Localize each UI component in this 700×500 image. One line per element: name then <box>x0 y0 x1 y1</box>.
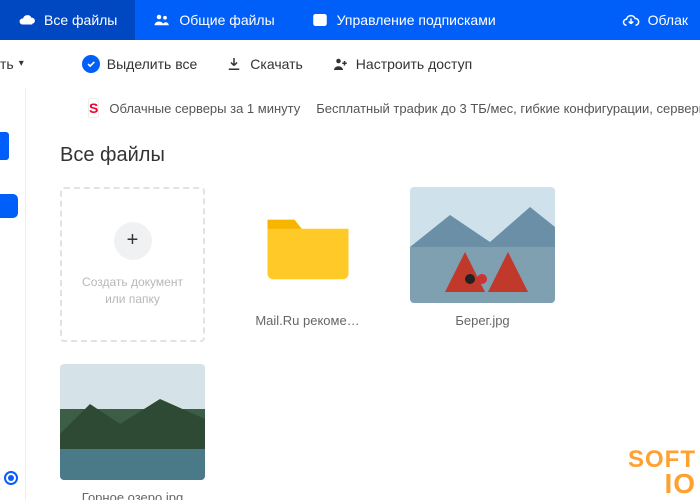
nav-tab-shared-files[interactable]: Общие файлы <box>135 0 292 40</box>
promo-text-2: Бесплатный трафик до 3 ТБ/мес, гибкие ко… <box>316 101 700 116</box>
nav-tab-subscriptions[interactable]: Управление подписками <box>293 0 514 40</box>
download-icon <box>225 55 243 73</box>
folder-icon <box>262 209 354 281</box>
user-share-icon <box>331 55 349 73</box>
nav-tab-label: Общие файлы <box>179 12 274 28</box>
file-grid: + Создать документили папку Mail.Ru реко… <box>60 187 700 500</box>
plus-icon: + <box>114 222 152 260</box>
create-tile[interactable]: + Создать документили папку <box>60 187 205 342</box>
nav-cloud-label: Облак <box>648 12 688 28</box>
cloud-download-icon <box>622 11 640 29</box>
view-toggle-radio[interactable] <box>4 471 18 488</box>
nav-tab-all-files[interactable]: Все файлы <box>0 0 135 40</box>
file-name: Горное озеро.jpg <box>60 490 205 500</box>
left-gutter <box>0 88 26 500</box>
content: S Облачные серверы за 1 минуту Бесплатны… <box>26 88 700 500</box>
gutter-active-indicator <box>0 194 18 218</box>
section-title: Все файлы <box>60 144 700 167</box>
download-label: Скачать <box>250 56 303 72</box>
file-name: Mail.Ru рекоме… <box>235 313 380 328</box>
subscription-icon <box>311 11 329 29</box>
share-label: Настроить доступ <box>356 56 472 72</box>
select-all-label: Выделить все <box>107 56 198 72</box>
nav-tab-label: Все файлы <box>44 12 117 28</box>
chevron-down-icon: ▾ <box>19 58 24 69</box>
promo-badge: S <box>88 98 99 118</box>
image-thumbnail <box>410 187 555 303</box>
toolbar-dropdown[interactable]: ть ▾ <box>0 56 24 72</box>
toolbar: ть ▾ Выделить все Скачать Настроить дост… <box>0 40 700 88</box>
share-button[interactable]: Настроить доступ <box>331 55 472 73</box>
file-tile-folder[interactable]: Mail.Ru рекоме… <box>235 187 380 342</box>
top-nav: Все файлы Общие файлы Управление подписк… <box>0 0 700 40</box>
people-icon <box>153 11 171 29</box>
nav-spacer <box>514 0 610 40</box>
download-button[interactable]: Скачать <box>225 55 303 73</box>
cloud-icon <box>18 11 36 29</box>
nav-tab-label: Управление подписками <box>337 12 496 28</box>
file-tile-image[interactable]: Берег.jpg <box>410 187 555 342</box>
create-label: Создать документили папку <box>82 274 183 308</box>
gutter-accent <box>0 132 9 160</box>
check-circle-icon <box>82 55 100 73</box>
promo-banner[interactable]: S Облачные серверы за 1 минуту Бесплатны… <box>60 88 700 136</box>
toolbar-dropdown-label: ть <box>0 56 14 72</box>
nav-cloud-button[interactable]: Облак <box>610 0 700 40</box>
promo-text-1: Облачные серверы за 1 минуту <box>109 101 300 116</box>
select-all-button[interactable]: Выделить все <box>82 55 198 73</box>
image-thumbnail <box>60 364 205 480</box>
file-name: Берег.jpg <box>410 313 555 328</box>
file-tile-image[interactable]: Горное озеро.jpg <box>60 364 205 500</box>
